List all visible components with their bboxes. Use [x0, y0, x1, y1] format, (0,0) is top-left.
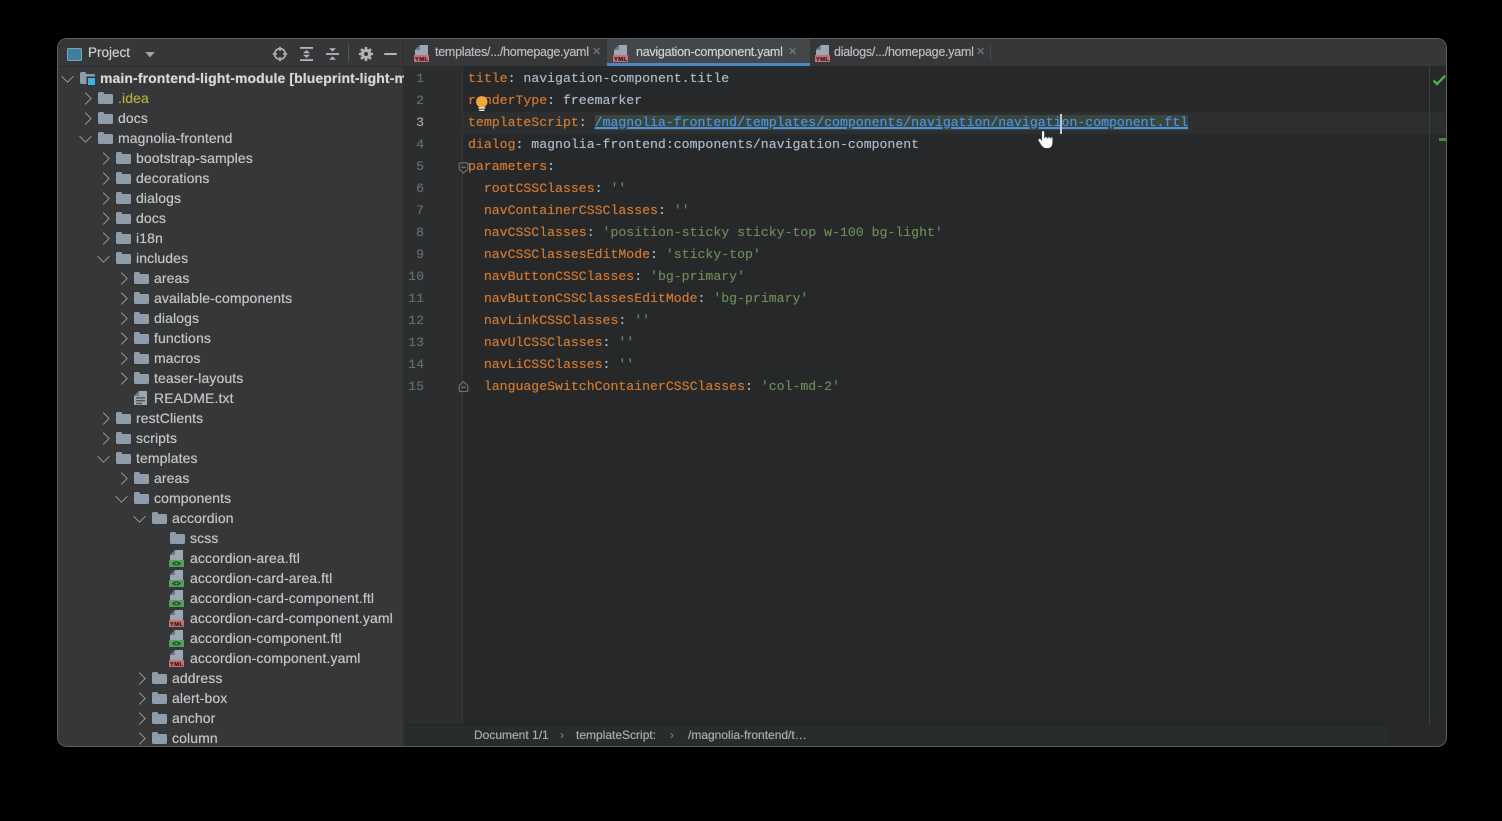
svg-text:YML: YML — [614, 57, 627, 62]
svg-text:YML: YML — [170, 622, 183, 627]
svg-text:YML: YML — [170, 662, 183, 667]
svg-text:YML: YML — [415, 57, 428, 62]
svg-text:<>: <> — [172, 641, 180, 647]
svg-text:<>: <> — [172, 561, 180, 567]
svg-text:YML: YML — [816, 57, 829, 62]
svg-text:<>: <> — [172, 601, 180, 607]
svg-text:<>: <> — [172, 581, 180, 587]
